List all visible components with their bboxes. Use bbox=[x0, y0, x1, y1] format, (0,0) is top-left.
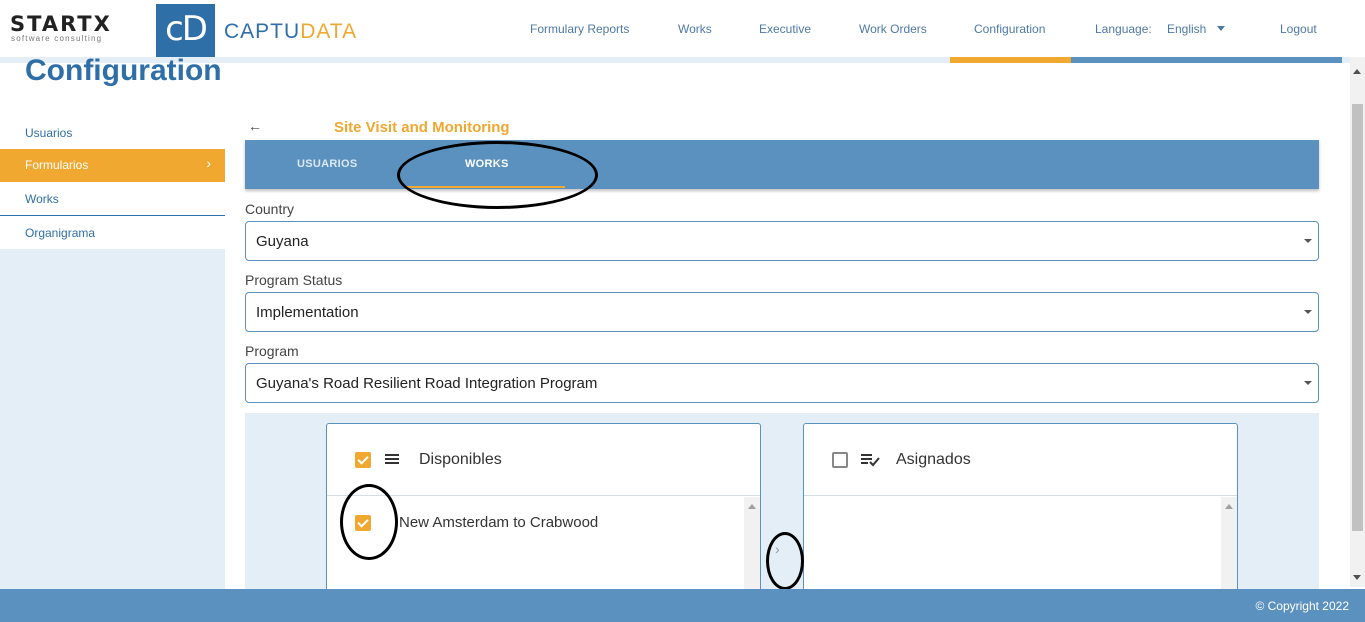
dropdown-arrow-icon bbox=[1304, 239, 1312, 243]
assigned-title: Asignados bbox=[896, 451, 971, 468]
scrollbar[interactable] bbox=[744, 497, 760, 594]
logo-text-part2: DATA bbox=[300, 20, 358, 43]
chevron-right-icon: › bbox=[206, 155, 211, 171]
scrollbar[interactable] bbox=[1221, 497, 1237, 594]
captudata-logo-text: CAPTUDATA bbox=[224, 20, 357, 44]
sidebar-item-formularios[interactable]: Formularios › bbox=[0, 149, 225, 182]
startx-logo-sub: software consulting bbox=[11, 34, 103, 43]
scroll-down-icon[interactable] bbox=[1353, 575, 1361, 580]
checklist-icon bbox=[861, 454, 880, 467]
program-status-select[interactable]: Implementation bbox=[245, 292, 1319, 332]
nav-work-orders[interactable]: Work Orders bbox=[859, 22, 927, 36]
startx-logo: STARTX bbox=[10, 12, 112, 36]
nav-formulary-reports[interactable]: Formulary Reports bbox=[530, 22, 629, 36]
program-label: Program bbox=[245, 343, 299, 359]
page-title: Configuration bbox=[25, 54, 222, 87]
sidebar-item-label: Formularios bbox=[25, 158, 89, 172]
assigned-panel: Asignados bbox=[803, 423, 1238, 594]
footer: © Copyright 2022 bbox=[0, 589, 1365, 622]
nav-works[interactable]: Works bbox=[678, 22, 712, 36]
chevron-down-icon[interactable] bbox=[1217, 26, 1225, 31]
nav-logout[interactable]: Logout bbox=[1280, 22, 1317, 36]
sidebar-item-usuarios[interactable]: Usuarios bbox=[0, 125, 225, 141]
tab-usuarios[interactable]: USUARIOS bbox=[297, 158, 357, 170]
scroll-up-icon[interactable] bbox=[748, 504, 756, 509]
list-icon bbox=[385, 454, 399, 464]
language-select[interactable]: English bbox=[1167, 22, 1206, 36]
program-value: Guyana's Road Resilient Road Integration… bbox=[256, 375, 598, 392]
country-label: Country bbox=[245, 201, 295, 217]
select-all-assigned-checkbox[interactable] bbox=[832, 452, 848, 468]
sidebar-background bbox=[0, 249, 225, 589]
scrollbar-thumb[interactable] bbox=[1352, 104, 1363, 531]
app-header: STARTX software consulting cD CAPTUDATA … bbox=[0, 0, 1350, 58]
annotation-circle-works-tab bbox=[397, 141, 598, 209]
country-value: Guyana bbox=[256, 233, 309, 250]
sidebar-item-organigrama[interactable]: Organigrama bbox=[0, 225, 225, 241]
nav-configuration[interactable]: Configuration bbox=[974, 22, 1045, 36]
sidebar-item-works[interactable]: Works bbox=[0, 191, 225, 207]
dropdown-arrow-icon bbox=[1304, 310, 1312, 314]
nav-executive[interactable]: Executive bbox=[759, 22, 811, 36]
startx-logo-text: STARTX bbox=[10, 12, 112, 36]
section-title: Site Visit and Monitoring bbox=[334, 119, 510, 136]
nav-active-indicator bbox=[950, 57, 1071, 63]
language-label: Language: bbox=[1095, 22, 1152, 36]
annotation-circle-checkbox bbox=[340, 484, 398, 560]
scroll-up-icon[interactable] bbox=[1353, 69, 1361, 74]
available-title: Disponibles bbox=[419, 451, 502, 468]
available-panel-header: Disponibles bbox=[327, 424, 760, 496]
captudata-logo-mark: cD bbox=[156, 4, 215, 58]
dropdown-arrow-icon bbox=[1304, 381, 1312, 385]
sidebar-divider bbox=[0, 215, 225, 216]
back-arrow-icon[interactable]: ← bbox=[248, 118, 262, 134]
page-scrollbar[interactable] bbox=[1350, 57, 1365, 587]
scroll-up-icon[interactable] bbox=[1225, 504, 1233, 509]
select-all-available-checkbox[interactable] bbox=[355, 452, 371, 468]
logo-text-part1: CAPTU bbox=[224, 20, 301, 43]
annotation-circle-move-button bbox=[766, 532, 804, 590]
program-status-value: Implementation bbox=[256, 304, 359, 321]
program-status-label: Program Status bbox=[245, 272, 343, 288]
copyright-text: © Copyright 2022 bbox=[1255, 599, 1349, 613]
country-select[interactable]: Guyana bbox=[245, 221, 1319, 261]
list-item-label: New Amsterdam to Crabwood bbox=[399, 514, 599, 531]
assigned-panel-header: Asignados bbox=[804, 424, 1237, 496]
program-select[interactable]: Guyana's Road Resilient Road Integration… bbox=[245, 363, 1319, 403]
nav-indicator-bar bbox=[1071, 57, 1342, 63]
